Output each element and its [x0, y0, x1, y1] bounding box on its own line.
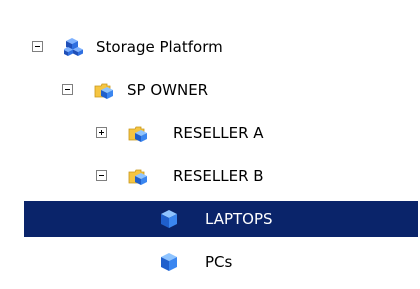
blue-cube-icon	[159, 209, 179, 229]
folder-cube-icon	[128, 166, 148, 186]
tree-node-label: SP OWNER	[127, 81, 209, 99]
tree-node-laptops[interactable]: LAPTOPS	[0, 199, 420, 239]
tree-node-label: RESELLER B	[173, 167, 264, 185]
tree-node-storage-platform[interactable]: Storage Platform	[0, 27, 420, 67]
tree-node-sp-owner[interactable]: SP OWNER	[0, 70, 420, 110]
tree-node-reseller-a[interactable]: RESELLER A	[0, 113, 420, 153]
expand-toggle-icon[interactable]	[96, 127, 107, 138]
network-cubes-icon	[63, 37, 84, 57]
tree-node-label: PCs	[205, 253, 233, 271]
tree-node-reseller-b[interactable]: RESELLER B	[0, 156, 420, 196]
tree-node-label: LAPTOPS	[205, 210, 273, 228]
tree-node-label: RESELLER A	[173, 124, 264, 142]
collapse-toggle-icon[interactable]	[96, 170, 107, 181]
collapse-toggle-icon[interactable]	[62, 84, 73, 95]
tree-view: Storage Platform SP OWNER RESELLER A RES…	[0, 0, 420, 289]
blue-cube-icon	[159, 252, 179, 272]
tree-node-pcs[interactable]: PCs	[0, 242, 420, 282]
folder-cube-icon	[94, 80, 114, 100]
tree-node-label: Storage Platform	[96, 38, 223, 56]
collapse-toggle-icon[interactable]	[32, 41, 43, 52]
folder-cube-icon	[128, 123, 148, 143]
